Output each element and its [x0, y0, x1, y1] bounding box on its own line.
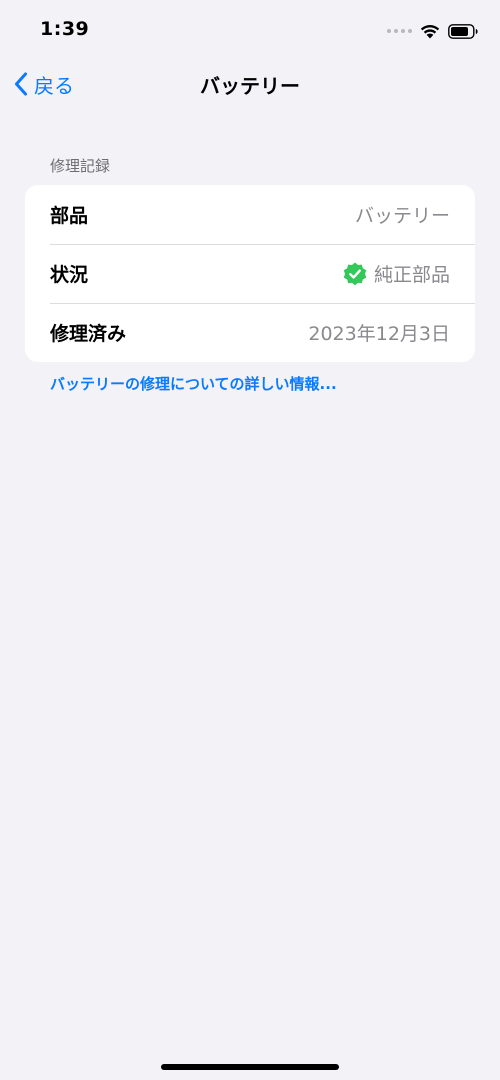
- list-row-repaired: 修理済み 2023年12月3日: [25, 303, 475, 362]
- status-time: 1:39: [40, 18, 90, 40]
- status-bar: 1:39: [0, 0, 500, 60]
- row-value: バッテリー: [354, 205, 450, 227]
- signal-dots-icon: [387, 29, 412, 33]
- row-label: 修理済み: [50, 323, 127, 345]
- screen: 1:39 戻る バッテリー 修理記録 部品 バッテリー 状況 純正部品 修理済み…: [0, 0, 500, 1080]
- verified-badge-icon: [343, 262, 367, 285]
- battery-icon: [448, 23, 478, 39]
- wifi-icon: [420, 24, 440, 38]
- learn-more-link[interactable]: バッテリーの修理についての詳しい情報...: [50, 373, 337, 394]
- row-label: 状況: [50, 264, 89, 286]
- row-value: 2023年12月3日: [308, 323, 450, 345]
- page-title: バッテリー: [200, 74, 300, 98]
- navigation-bar: 戻る バッテリー: [0, 60, 500, 108]
- row-value-status: 純正部品: [342, 260, 450, 287]
- status-icons: [387, 20, 478, 42]
- home-indicator[interactable]: [161, 1064, 339, 1070]
- section-header: 修理記録: [50, 157, 111, 175]
- list-row-part: 部品 バッテリー: [25, 185, 475, 244]
- list-row-status: 状況 純正部品: [25, 244, 475, 303]
- repair-history-list: 部品 バッテリー 状況 純正部品 修理済み 2023年12月3日: [25, 185, 475, 362]
- status-value: 純正部品: [373, 264, 450, 286]
- row-label: 部品: [50, 205, 89, 227]
